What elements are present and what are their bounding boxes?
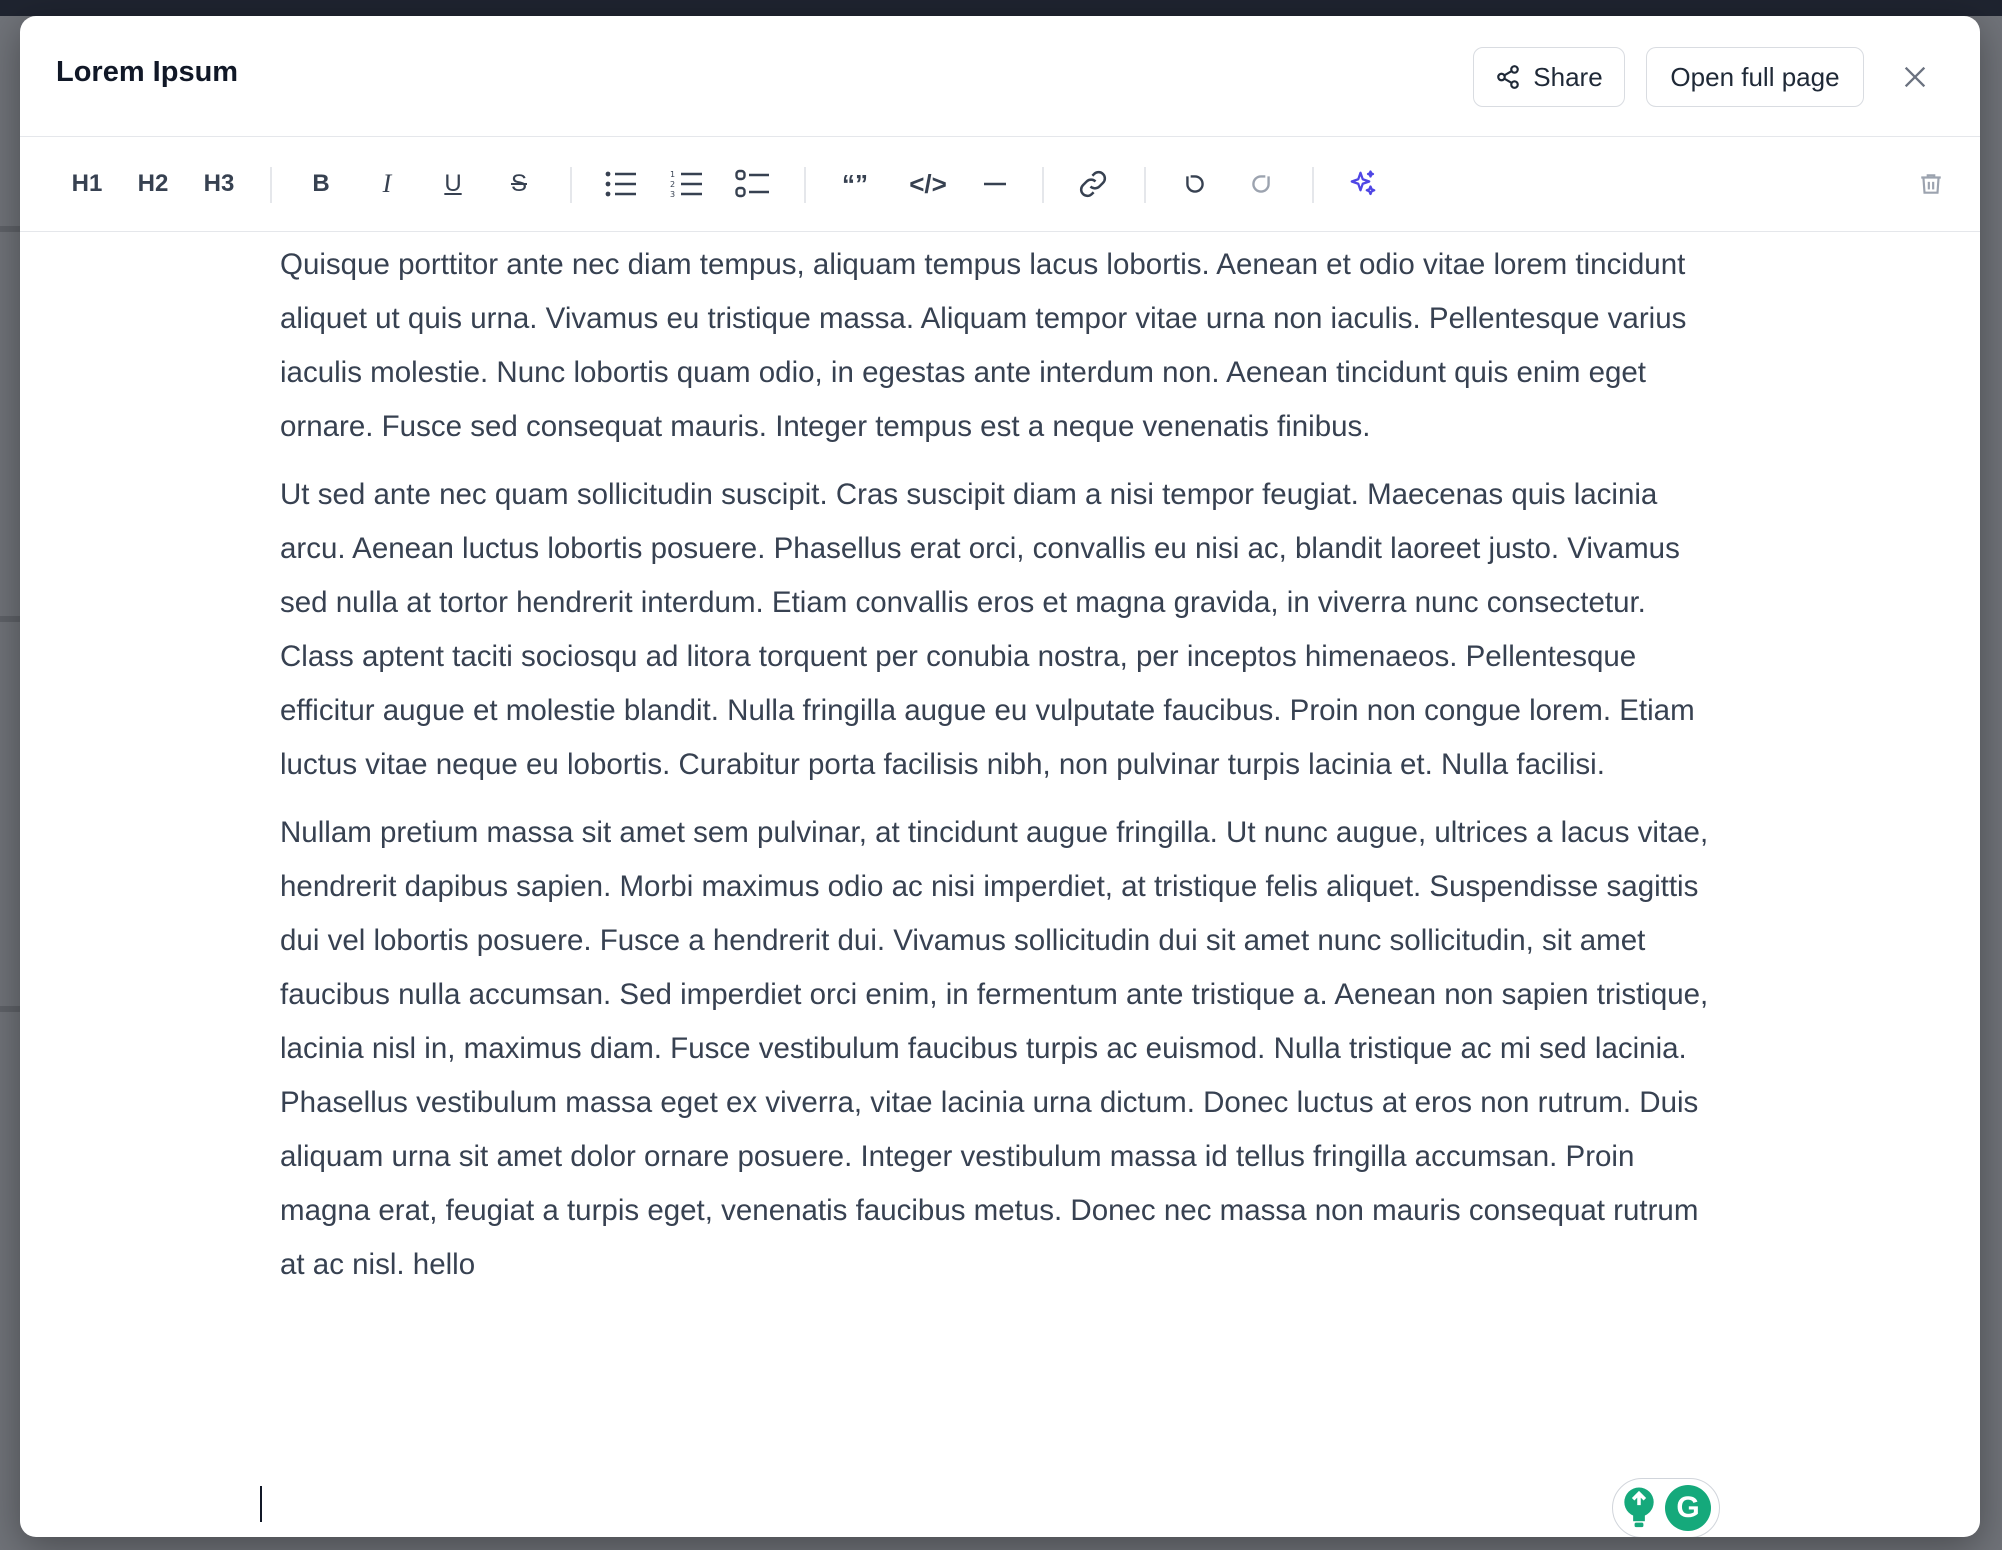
ordered-list-icon: 1 2 3 <box>670 170 702 199</box>
toolbar-divider <box>570 167 572 203</box>
redo-icon <box>1252 175 1270 193</box>
heading-1-button[interactable]: H1 <box>64 159 110 209</box>
code-block-button[interactable]: </> <box>898 159 958 209</box>
svg-text:1: 1 <box>670 170 675 179</box>
editor-paragraph[interactable]: Nullam pretium massa sit amet sem pulvin… <box>280 806 1720 1292</box>
ordered-list-button[interactable]: 1 2 3 <box>664 159 710 209</box>
strikethrough-button[interactable]: S <box>496 159 542 209</box>
share-button[interactable]: Share <box>1473 47 1625 107</box>
link-button[interactable] <box>1070 159 1116 209</box>
close-icon <box>1904 66 1926 88</box>
delete-button[interactable] <box>1908 159 1954 209</box>
text-cursor <box>260 1486 262 1522</box>
editor-paragraph[interactable]: Quisque porttitor ante nec diam tempus, … <box>280 238 1720 454</box>
undo-icon <box>1186 175 1204 193</box>
redo-button[interactable] <box>1238 159 1284 209</box>
task-list-button[interactable] <box>730 159 776 209</box>
heading-2-button[interactable]: H2 <box>130 159 176 209</box>
open-full-page-label: Open full page <box>1670 61 1840 92</box>
modal-title: Lorem Ipsum <box>56 56 239 88</box>
bullet-list-button[interactable] <box>598 159 644 209</box>
grammarly-logo: G <box>1665 1485 1711 1531</box>
top-app-bar <box>0 0 2002 16</box>
ai-assist-button[interactable] <box>1340 159 1386 209</box>
toolbar-divider <box>1312 167 1314 203</box>
lightbulb-icon <box>1624 1487 1654 1528</box>
bullet-list-icon <box>605 171 636 197</box>
toolbar-divider <box>1144 167 1146 203</box>
italic-button[interactable]: I <box>364 159 410 209</box>
heading-3-button[interactable]: H3 <box>196 159 242 209</box>
backdrop-divider <box>0 226 20 232</box>
share-button-label: Share <box>1533 61 1603 92</box>
toolbar-divider <box>1042 167 1044 203</box>
horizontal-rule-icon <box>984 182 1006 186</box>
task-list-icon <box>735 169 769 198</box>
page-preview-modal: Lorem Ipsum Share Open full page H1 H2 H… <box>20 16 1980 1537</box>
link-icon <box>1079 170 1107 198</box>
open-full-page-button[interactable]: Open full page <box>1646 47 1864 107</box>
formatting-toolbar: H1 H2 H3 B I U S 1 2 3 “” </> <box>20 137 1980 232</box>
svg-text:3: 3 <box>670 190 675 199</box>
share-icon <box>1497 65 1520 89</box>
close-button[interactable] <box>1896 58 1934 96</box>
editor-paragraph[interactable]: Ut sed ante nec quam sollicitudin suscip… <box>280 468 1720 792</box>
toolbar-divider <box>804 167 806 203</box>
bold-button[interactable]: B <box>298 159 344 209</box>
modal-header: Lorem Ipsum Share Open full page <box>20 16 1980 137</box>
trash-icon <box>1921 174 1941 194</box>
blockquote-button[interactable]: “” <box>832 159 878 209</box>
editor-content[interactable]: Quisque porttitor ante nec diam tempus, … <box>280 232 1720 1537</box>
backdrop-divider <box>0 616 20 622</box>
svg-text:2: 2 <box>670 180 675 189</box>
undo-button[interactable] <box>1172 159 1218 209</box>
ai-sparkles-icon <box>1350 170 1376 196</box>
grammarly-widget[interactable]: G <box>1612 1478 1720 1537</box>
horizontal-rule-button[interactable] <box>972 159 1018 209</box>
underline-button[interactable]: U <box>430 159 476 209</box>
toolbar-divider <box>270 167 272 203</box>
backdrop-divider <box>0 1006 20 1012</box>
